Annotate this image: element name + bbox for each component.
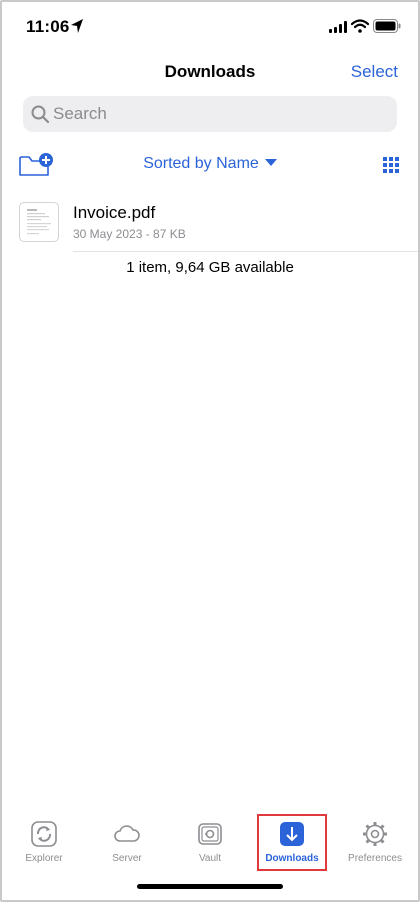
select-button[interactable]: Select bbox=[351, 62, 398, 82]
home-indicator bbox=[137, 884, 283, 889]
wifi-icon bbox=[351, 19, 369, 33]
tab-server[interactable]: Server bbox=[85, 812, 169, 874]
device-frame bbox=[0, 0, 420, 902]
cellular-signal-icon bbox=[329, 21, 347, 33]
tab-vault[interactable]: Vault bbox=[168, 812, 252, 874]
tab-label-server: Server bbox=[112, 853, 142, 864]
tab-label-preferences: Preferences bbox=[348, 853, 402, 864]
gear-icon bbox=[363, 822, 387, 846]
file-meta: 30 May 2023 - 87 KB bbox=[73, 227, 186, 241]
status-bar: 11:06 bbox=[0, 0, 420, 56]
file-name: Invoice.pdf bbox=[73, 203, 156, 222]
tab-label-explorer: Explorer bbox=[25, 853, 63, 864]
row-divider bbox=[73, 251, 420, 252]
grid-view-icon[interactable] bbox=[383, 157, 399, 173]
search-input[interactable]: Search bbox=[23, 96, 397, 132]
tab-bar: Explorer Server Vault Downloads Preferen… bbox=[0, 812, 420, 874]
sort-label: Sorted by Name bbox=[143, 155, 259, 172]
sort-dropdown[interactable]: Sorted by Name bbox=[0, 155, 420, 173]
location-arrow-icon bbox=[71, 19, 83, 33]
pdf-thumbnail-icon bbox=[19, 202, 59, 242]
storage-info: 1 item, 9,64 GB available bbox=[126, 259, 294, 276]
tab-preferences[interactable]: Preferences bbox=[333, 812, 417, 874]
highlight-box bbox=[257, 814, 327, 871]
cloud-icon bbox=[114, 825, 140, 842]
search-placeholder: Search bbox=[53, 104, 107, 123]
battery-icon bbox=[373, 19, 401, 33]
search-icon bbox=[31, 105, 49, 123]
caret-down-icon bbox=[264, 159, 277, 166]
file-row[interactable]: Invoice.pdf 30 May 2023 - 87 KB bbox=[0, 192, 420, 252]
explorer-icon bbox=[31, 821, 57, 847]
vault-icon bbox=[198, 823, 222, 845]
status-time: 11:06 bbox=[26, 17, 70, 36]
tab-label-vault: Vault bbox=[198, 853, 222, 864]
tab-explorer[interactable]: Explorer bbox=[2, 812, 86, 874]
